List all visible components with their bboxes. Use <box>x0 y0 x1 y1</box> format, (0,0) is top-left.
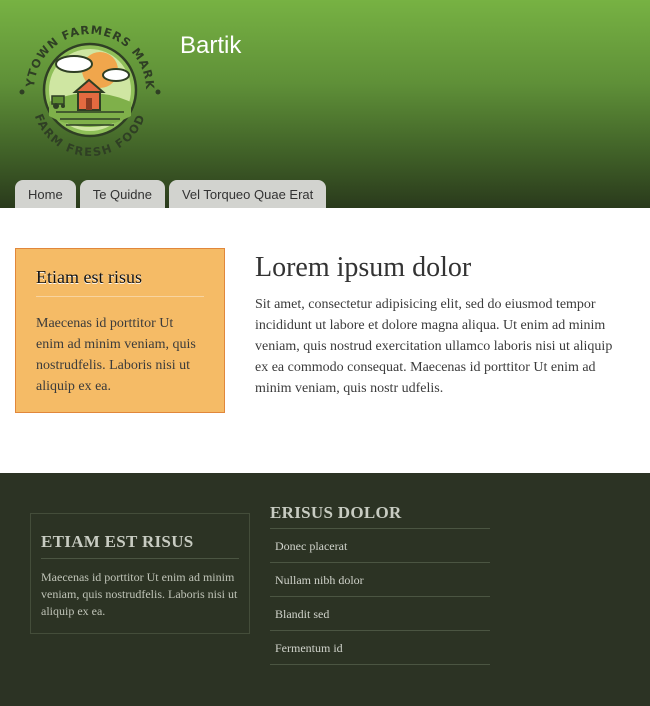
tab-vel-torqueo-quae-erat[interactable]: Vel Torqueo Quae Erat <box>168 180 327 208</box>
tab-home[interactable]: Home <box>15 180 76 208</box>
site-footer: ETIAM EST RISUS Maecenas id porttitor Ut… <box>0 473 650 706</box>
footer-menu-item-donec-placerat[interactable]: Donec placerat <box>270 529 490 563</box>
footer-block: ETIAM EST RISUS Maecenas id porttitor Ut… <box>30 513 250 634</box>
footer-menu-title: ERISUS DOLOR <box>270 503 490 529</box>
page-body-text: Sit amet, consectetur adipisicing elit, … <box>255 297 613 396</box>
site-name[interactable]: Bartik <box>180 32 241 60</box>
sidebar-block-text: Maecenas id porttitor Ut enim ad minim v… <box>36 316 196 394</box>
main-navigation: Home Te Quidne Vel Torqueo Quae Erat <box>15 180 330 208</box>
site-header: ANYTOWN FARMERS MARKET FARM FRESH FOOD B… <box>0 0 650 208</box>
footer-block-title: ETIAM EST RISUS <box>41 532 239 559</box>
main-content: Lorem ipsum dolor Sit amet, consectetur … <box>255 252 625 399</box>
footer-menu-item-fermentum-id[interactable]: Fermentum id <box>270 631 490 665</box>
sidebar-block: Etiam est risus Maecenas id porttitor Ut… <box>15 248 225 413</box>
farmers-market-logo[interactable]: ANYTOWN FARMERS MARKET FARM FRESH FOOD <box>7 1 168 168</box>
footer-menu: ERISUS DOLOR Donec placerat Nullam nibh … <box>270 503 490 665</box>
sidebar-block-title: Etiam est risus <box>36 267 204 297</box>
footer-menu-item-nullam-nibh-dolor[interactable]: Nullam nibh dolor <box>270 563 490 597</box>
page-title: Lorem ipsum dolor <box>255 252 472 283</box>
footer-menu-item-blandit-sed[interactable]: Blandit sed <box>270 597 490 631</box>
tab-te-quidne[interactable]: Te Quidne <box>79 180 165 208</box>
footer-block-text: Maecenas id porttitor Ut enim ad minim v… <box>41 570 238 618</box>
